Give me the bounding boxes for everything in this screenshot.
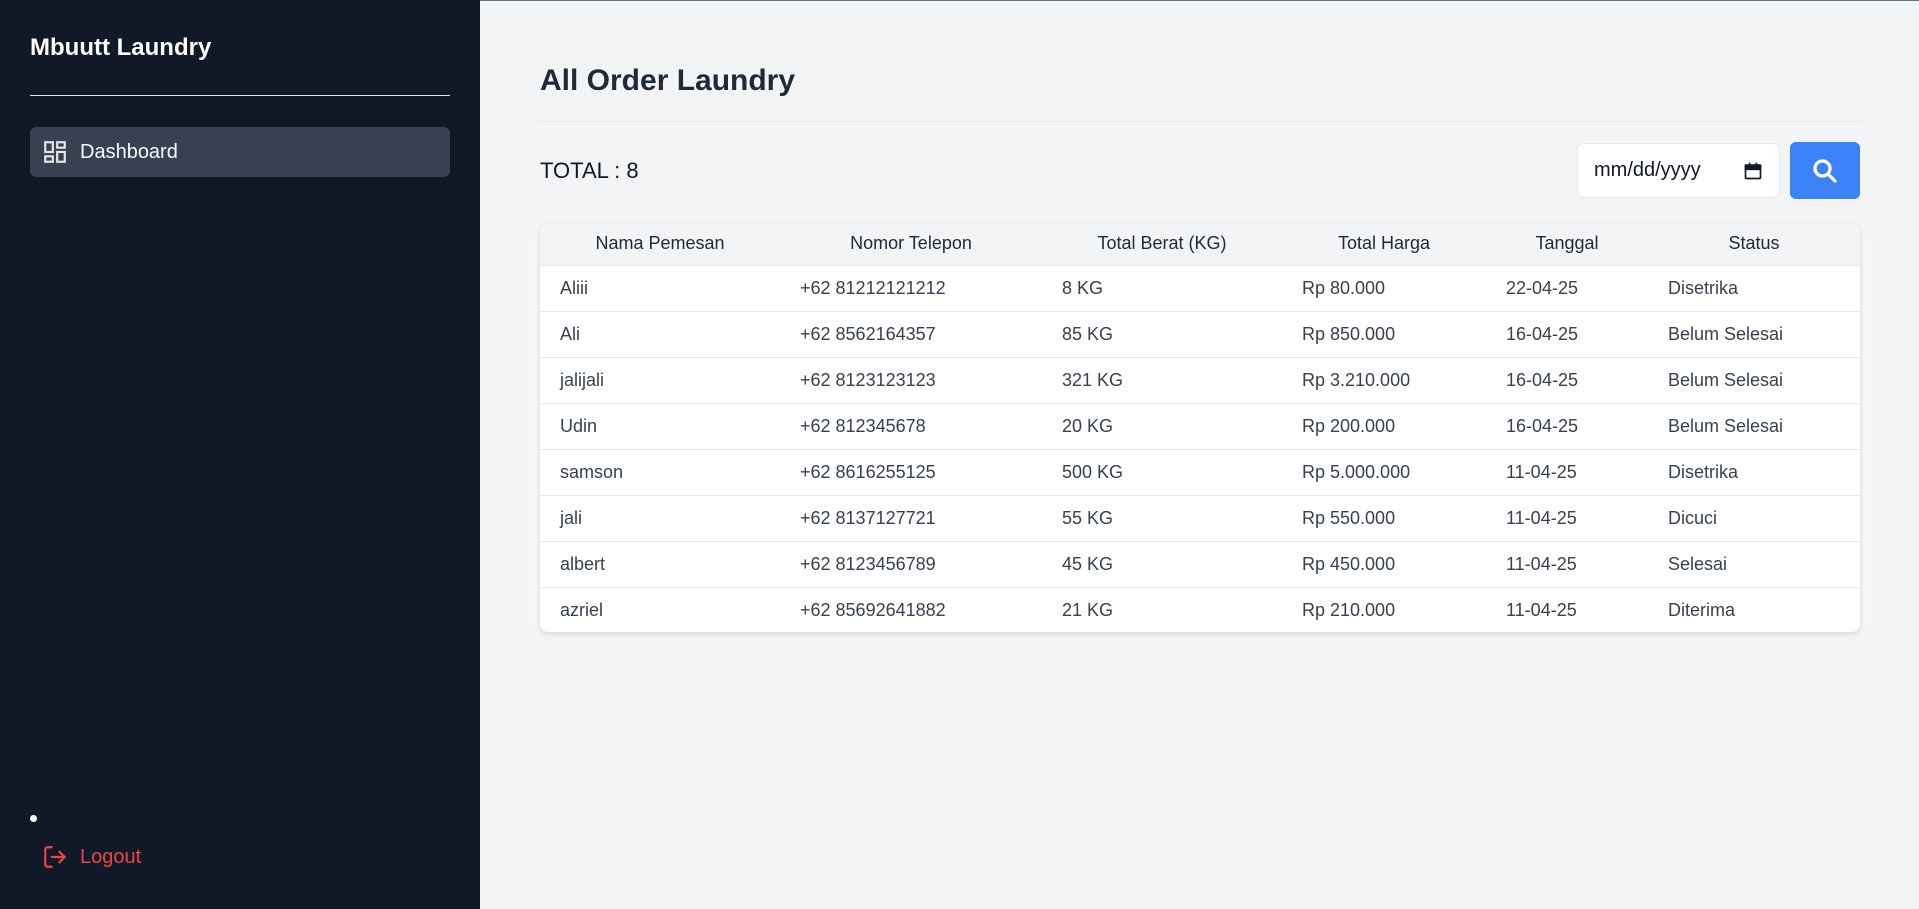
- table-row: Aliii +62 81212121212 8 KG Rp 80.000 22-…: [540, 265, 1860, 311]
- table-row: jalijali +62 8123123123 321 KG Rp 3.210.…: [540, 357, 1860, 403]
- cell-date: 11-04-25: [1506, 461, 1577, 482]
- column-header: Tanggal: [1535, 233, 1599, 254]
- column-header: Nama Pemesan: [595, 233, 725, 254]
- cell-phone: +62 8123456789: [800, 553, 936, 574]
- logout-label: Logout: [80, 845, 142, 868]
- cell-price: Rp 850.000: [1302, 323, 1396, 344]
- cell-phone: +62 85692641882: [800, 599, 946, 620]
- table-header-row: Nama Pemesan Nomor Telepon Total Berat (…: [540, 223, 1860, 265]
- logout-icon: [42, 844, 68, 870]
- cell-phone: +62 8137127721: [800, 507, 936, 528]
- cell-price: Rp 3.210.000: [1302, 369, 1411, 390]
- cell-phone: +62 81212121212: [800, 277, 946, 298]
- cell-name: jalijali: [560, 369, 605, 390]
- cell-phone: +62 8562164357: [800, 323, 936, 344]
- brand-title: Mbuutt Laundry: [30, 34, 212, 61]
- table-row: jali +62 8137127721 55 KG Rp 550.000 11-…: [540, 495, 1860, 541]
- calendar-icon[interactable]: [1743, 161, 1763, 181]
- cell-phone: +62 8616255125: [800, 461, 936, 482]
- cell-status: Belum Selesai: [1668, 369, 1784, 390]
- cell-name: azriel: [560, 599, 604, 620]
- column-header: Nomor Telepon: [850, 233, 972, 254]
- search-icon: [1810, 156, 1840, 186]
- cell-name: samson: [560, 461, 624, 482]
- table-row: Ali +62 8562164357 85 KG Rp 850.000 16-0…: [540, 311, 1860, 357]
- cell-weight: 321 KG: [1062, 369, 1124, 390]
- sidebar-divider: [30, 95, 450, 96]
- cell-status: Belum Selesai: [1668, 415, 1784, 436]
- table-row: azriel +62 85692641882 21 KG Rp 210.000 …: [540, 587, 1860, 632]
- title-divider: [540, 121, 1860, 122]
- sidebar: Mbuutt Laundry Dashboard Logout: [0, 0, 480, 909]
- column-header: Total Harga: [1337, 233, 1431, 254]
- search-button[interactable]: [1790, 142, 1860, 199]
- cell-status: Disetrika: [1668, 277, 1739, 298]
- cell-weight: 55 KG: [1062, 507, 1114, 528]
- cell-weight: 21 KG: [1062, 599, 1114, 620]
- cell-weight: 500 KG: [1062, 461, 1124, 482]
- table-row: Udin +62 812345678 20 KG Rp 200.000 16-0…: [540, 403, 1860, 449]
- cell-weight: 8 KG: [1062, 277, 1104, 298]
- cell-date: 11-04-25: [1506, 507, 1577, 528]
- table-row: albert +62 8123456789 45 KG Rp 450.000 1…: [540, 541, 1860, 587]
- column-header: Total Berat (KG): [1097, 233, 1227, 254]
- main-content: All Order Laundry TOTAL : 8 mm/dd/yyyy N…: [480, 0, 1919, 909]
- cell-date: 16-04-25: [1506, 369, 1579, 390]
- cell-date: 11-04-25: [1506, 553, 1577, 574]
- cell-status: Diterima: [1668, 599, 1736, 620]
- cell-status: Disetrika: [1668, 461, 1739, 482]
- cell-weight: 45 KG: [1062, 553, 1114, 574]
- bullet-dot: [30, 815, 37, 822]
- cell-name: jali: [560, 507, 583, 528]
- cell-date: 22-04-25: [1506, 277, 1579, 298]
- cell-name: Aliii: [560, 277, 589, 298]
- cell-date: 16-04-25: [1506, 323, 1579, 344]
- cell-price: Rp 80.000: [1302, 277, 1386, 298]
- date-placeholder: mm/dd/yyyy: [1594, 159, 1701, 181]
- cell-price: Rp 450.000: [1302, 553, 1396, 574]
- sidebar-item-dashboard[interactable]: Dashboard: [30, 127, 450, 177]
- cell-status: Selesai: [1668, 553, 1728, 574]
- cell-date: 16-04-25: [1506, 415, 1579, 436]
- cell-price: Rp 210.000: [1302, 599, 1396, 620]
- sidebar-item-label: Dashboard: [80, 140, 178, 163]
- dashboard-icon: [42, 139, 68, 165]
- column-header: Status: [1728, 233, 1780, 254]
- cell-phone: +62 8123123123: [800, 369, 936, 390]
- cell-name: Ali: [560, 323, 581, 344]
- table-row: samson +62 8616255125 500 KG Rp 5.000.00…: [540, 449, 1860, 495]
- cell-name: albert: [560, 553, 606, 574]
- page-title: All Order Laundry: [540, 64, 796, 97]
- orders-table: Nama Pemesan Nomor Telepon Total Berat (…: [540, 223, 1860, 632]
- cell-name: Udin: [560, 415, 598, 436]
- cell-weight: 85 KG: [1062, 323, 1114, 344]
- cell-status: Belum Selesai: [1668, 323, 1784, 344]
- date-filter-input[interactable]: mm/dd/yyyy: [1577, 143, 1780, 198]
- cell-date: 11-04-25: [1506, 599, 1577, 620]
- cell-price: Rp 550.000: [1302, 507, 1396, 528]
- cell-price: Rp 200.000: [1302, 415, 1396, 436]
- cell-price: Rp 5.000.000: [1302, 461, 1411, 482]
- cell-phone: +62 812345678: [800, 415, 926, 436]
- total-count: TOTAL : 8: [540, 158, 639, 183]
- cell-status: Dicuci: [1668, 507, 1718, 528]
- cell-weight: 20 KG: [1062, 415, 1114, 436]
- logout-button[interactable]: Logout: [42, 844, 141, 870]
